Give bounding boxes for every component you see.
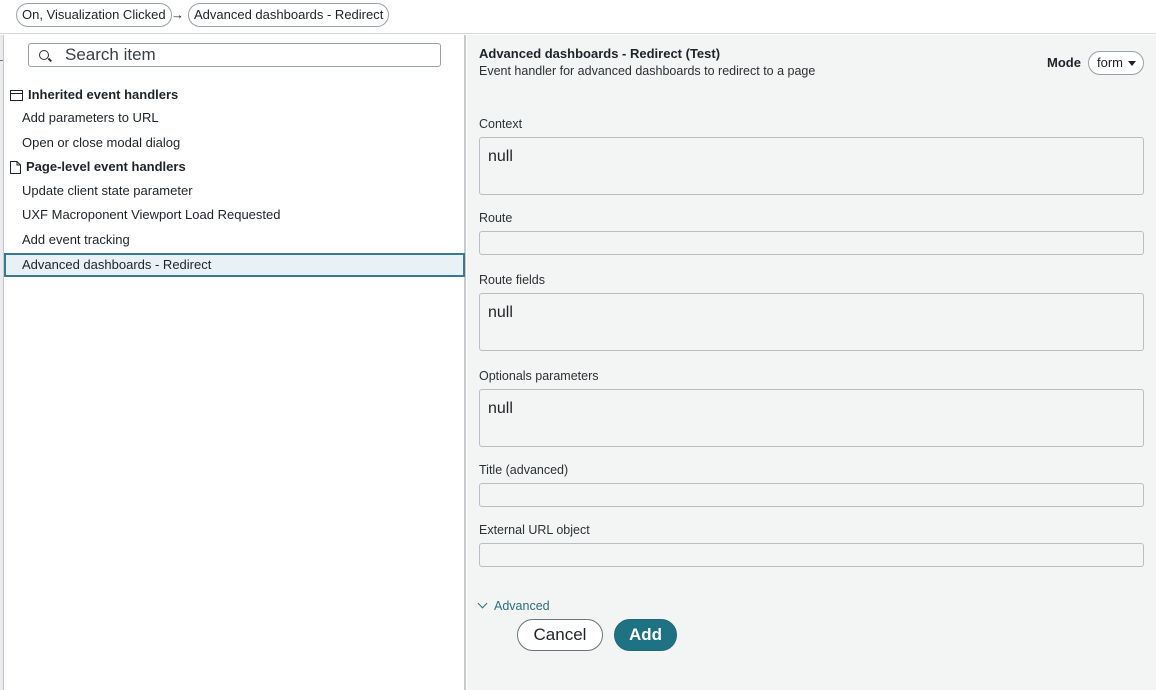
mode-value: form bbox=[1097, 55, 1123, 70]
left-edge-divider bbox=[0, 35, 4, 690]
search-icon bbox=[39, 50, 49, 60]
breadcrumb: On, Visualization Clicked → Advanced das… bbox=[0, 0, 1156, 34]
group-inherited-event-handlers: Inherited event handlers bbox=[10, 85, 178, 105]
field-label-route-fields: Route fields bbox=[479, 273, 546, 287]
field-value: null bbox=[488, 400, 513, 417]
field-label-route: Route bbox=[479, 211, 513, 225]
mode-select[interactable]: form bbox=[1088, 51, 1144, 75]
context-field[interactable]: null bbox=[479, 137, 1144, 195]
caret-down-icon bbox=[1128, 61, 1136, 66]
group-label: Inherited event handlers bbox=[28, 87, 179, 102]
cancel-button[interactable]: Cancel bbox=[517, 619, 603, 651]
list-item-open-close-modal[interactable]: Open or close modal dialog bbox=[22, 133, 180, 153]
list-item-add-event-tracking[interactable]: Add event tracking bbox=[22, 230, 130, 250]
advanced-label: Advanced bbox=[494, 599, 550, 613]
field-label-context: Context bbox=[479, 117, 523, 131]
add-button[interactable]: Add bbox=[614, 619, 677, 651]
title-advanced-field[interactable] bbox=[479, 483, 1144, 507]
field-label-title-advanced: Title (advanced) bbox=[479, 463, 569, 477]
list-item-label: Advanced dashboards - Redirect bbox=[22, 257, 212, 272]
search-input[interactable] bbox=[65, 44, 435, 66]
breadcrumb-item-trigger[interactable]: On, Visualization Clicked bbox=[16, 3, 172, 27]
handler-list-panel: Inherited event handlers Add parameters … bbox=[0, 35, 466, 690]
field-value: null bbox=[488, 148, 513, 165]
route-field[interactable] bbox=[479, 231, 1144, 255]
window-icon bbox=[10, 90, 23, 102]
search-box[interactable] bbox=[28, 43, 441, 67]
list-item-update-client-state[interactable]: Update client state parameter bbox=[22, 181, 193, 201]
group-page-level-event-handlers: Page-level event handlers bbox=[10, 157, 186, 177]
page-icon bbox=[10, 161, 21, 175]
group-label: Page-level event handlers bbox=[26, 159, 186, 174]
list-item-add-parameters-to-url[interactable]: Add parameters to URL bbox=[22, 108, 159, 128]
arrow-right-icon: → bbox=[171, 7, 184, 22]
optionals-parameters-field[interactable]: null bbox=[479, 389, 1144, 447]
advanced-toggle[interactable]: Advanced bbox=[477, 598, 550, 613]
field-value: null bbox=[488, 304, 513, 321]
mode-label: Mode bbox=[1047, 55, 1081, 70]
accent-marker bbox=[0, 60, 3, 61]
field-label-external-url-object: External URL object bbox=[479, 523, 590, 537]
chevron-down-icon bbox=[477, 598, 488, 609]
form-title: Advanced dashboards - Redirect (Test) bbox=[479, 46, 721, 61]
list-item-advanced-dashboards-redirect[interactable]: Advanced dashboards - Redirect bbox=[4, 253, 465, 277]
list-item-uxf-viewport-load[interactable]: UXF Macroponent Viewport Load Requested bbox=[22, 205, 280, 225]
handler-form-panel: Advanced dashboards - Redirect (Test) Ev… bbox=[467, 35, 1156, 690]
external-url-object-field[interactable] bbox=[479, 543, 1144, 567]
breadcrumb-item-handler[interactable]: Advanced dashboards - Redirect bbox=[188, 3, 390, 27]
form-subtitle: Event handler for advanced dashboards to… bbox=[479, 64, 816, 78]
field-label-optionals-parameters: Optionals parameters bbox=[479, 369, 599, 383]
route-fields-field[interactable]: null bbox=[479, 293, 1144, 351]
